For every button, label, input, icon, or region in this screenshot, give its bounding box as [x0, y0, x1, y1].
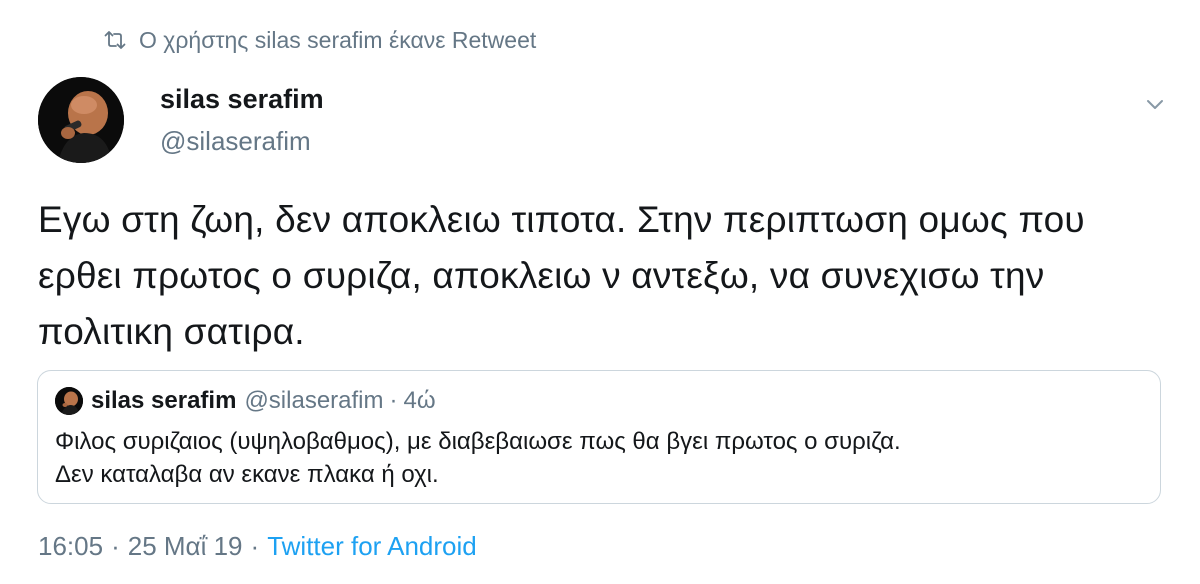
tweet-meta: 16:05 · 25 Μαΐ 19 · Twitter for Android — [38, 528, 477, 564]
avatar[interactable] — [38, 77, 124, 163]
meta-separator: · — [250, 530, 260, 561]
quoted-tweet-card[interactable]: silas serafim @silaserafim · 4ώ Φιλος συ… — [37, 370, 1161, 504]
quoted-tweet-header: silas serafim @silaserafim · 4ώ — [55, 385, 436, 417]
author-name[interactable]: silas serafim — [160, 84, 324, 115]
retweet-icon — [104, 29, 126, 51]
quoted-author-handle: @silaserafim — [244, 387, 384, 414]
meta-separator: · — [111, 530, 120, 561]
quoted-avatar — [55, 387, 83, 415]
quoted-author-name: silas serafim — [91, 387, 237, 414]
tweet-date[interactable]: 25 Μαΐ 19 — [128, 531, 243, 562]
tweet-text: Εγω στη ζωη, δεν αποκλειω τιποτα. Στην π… — [38, 199, 1085, 352]
tweet-time[interactable]: 16:05 — [38, 531, 103, 562]
tweet-source-link[interactable]: Twitter for Android — [267, 531, 477, 562]
quoted-tweet-text: Φιλος συριζαιος (υψηλοβαθμος), με διαβεβ… — [55, 425, 1145, 491]
quoted-text-line-1: Φιλος συριζαιος (υψηλοβαθμος), με διαβεβ… — [55, 428, 901, 455]
retweet-text: Ο χρήστης silas serafim έκανε Retweet — [139, 26, 537, 53]
author-handle[interactable]: @silaserafim — [160, 126, 311, 157]
retweet-indicator[interactable]: Ο χρήστης silas serafim έκανε Retweet — [104, 24, 536, 56]
quoted-separator: · — [389, 387, 398, 414]
quoted-timestamp: 4ώ — [403, 387, 436, 414]
chevron-down-icon[interactable] — [1140, 92, 1170, 118]
quoted-text-line-2: Δεν καταλαβα αν εκανε πλακα ή οχι. — [55, 461, 439, 488]
